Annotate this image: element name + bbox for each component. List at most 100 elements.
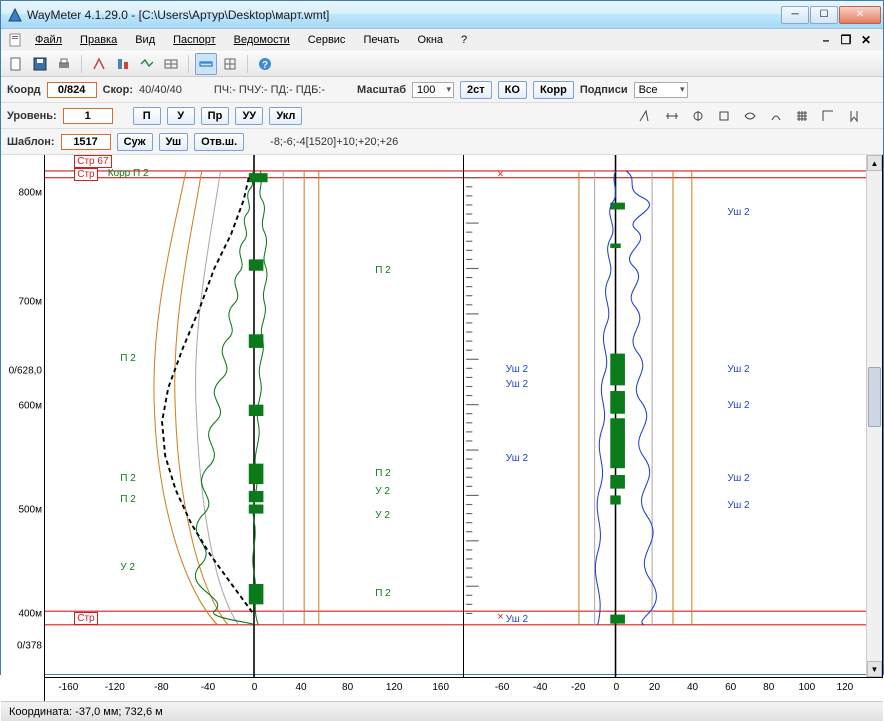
- chart-panel-right[interactable]: × ×: [464, 155, 883, 677]
- btn-suj[interactable]: Суж: [117, 133, 153, 151]
- chart-annotation: Уш 2: [727, 364, 749, 375]
- chart-annotation: Уш 2: [506, 614, 528, 625]
- chart-content: 800м700м0/628,0600м500м400м0/378: [1, 155, 883, 701]
- status-coord: Координата: -37,0 мм; 732,6 м: [9, 706, 163, 718]
- print-icon[interactable]: [53, 53, 75, 75]
- doc-icon[interactable]: [5, 31, 25, 49]
- chart-annotation: Уш 2: [506, 364, 528, 375]
- chart-annotation: Уш 2: [727, 473, 749, 484]
- tmpl-value[interactable]: 1517: [61, 134, 111, 150]
- podpisi-combo[interactable]: Все: [634, 82, 688, 98]
- x-tick: -40: [533, 682, 547, 693]
- tool-d[interactable]: [160, 53, 182, 75]
- btn-ush[interactable]: Уш: [159, 133, 189, 151]
- tool-ruler-icon[interactable]: [195, 53, 217, 75]
- x-tick: 0: [252, 682, 258, 693]
- row2-tool-1-icon[interactable]: [635, 105, 657, 127]
- tmpl-label: Шаблон:: [7, 136, 55, 148]
- menu-print[interactable]: Печать: [355, 32, 407, 48]
- x-tick: 100: [798, 682, 815, 693]
- btn-ukl[interactable]: Укл: [269, 107, 302, 125]
- scroll-up-button[interactable]: ▲: [867, 155, 882, 171]
- koord-value[interactable]: 0/824: [47, 82, 97, 98]
- scroll-thumb[interactable]: [868, 367, 881, 427]
- chart-annotation: П 2: [375, 468, 391, 479]
- left-plot: [45, 155, 463, 677]
- x-tick: 60: [725, 682, 736, 693]
- menubar: Файл Правка Вид Паспорт Ведомости Сервис…: [1, 29, 883, 51]
- btn-p[interactable]: П: [133, 107, 161, 125]
- row2-tool-9-icon[interactable]: [843, 105, 865, 127]
- scroll-track[interactable]: [867, 171, 882, 661]
- chart-annotation: П 2: [120, 473, 136, 484]
- tool-grid-icon[interactable]: [219, 53, 241, 75]
- new-icon[interactable]: [5, 53, 27, 75]
- menu-view[interactable]: Вид: [127, 32, 163, 48]
- podpisi-label: Подписи: [580, 84, 628, 96]
- row2-tool-6-icon[interactable]: [765, 105, 787, 127]
- x-tick: 0: [614, 682, 620, 693]
- help-icon[interactable]: ?: [254, 53, 276, 75]
- menu-edit[interactable]: Правка: [72, 32, 125, 48]
- svg-text:×: ×: [497, 611, 503, 623]
- toolbar: ?: [1, 51, 883, 77]
- tool-b[interactable]: [112, 53, 134, 75]
- scale-combo[interactable]: 100: [412, 82, 454, 98]
- x-tick: -40: [201, 682, 215, 693]
- menu-service[interactable]: Сервис: [300, 32, 354, 48]
- chart-panel-left[interactable]: Стр 67СтрКорр П 2П 2П 2П 2У 2П 2П 2У 2У …: [45, 155, 464, 677]
- chart-annotation: У 2: [120, 562, 135, 573]
- tool-c[interactable]: [136, 53, 158, 75]
- menu-vedomosti[interactable]: Ведомости: [226, 32, 298, 48]
- x-tick: 120: [386, 682, 403, 693]
- scale-label: Масштаб: [357, 84, 406, 96]
- menu-help[interactable]: ?: [453, 32, 475, 48]
- minimize-button[interactable]: ─: [781, 6, 809, 24]
- pch-label: ПЧ:- ПЧУ:- ПД:- ПДБ:-: [214, 84, 325, 96]
- x-tick: -20: [571, 682, 585, 693]
- mdi-minimize[interactable]: –: [819, 33, 833, 47]
- row2-tool-8-icon[interactable]: [817, 105, 839, 127]
- y-tick: 400м: [18, 608, 42, 619]
- x-tick: -160: [58, 682, 78, 693]
- x-tick: 40: [687, 682, 698, 693]
- menu-file[interactable]: Файл: [27, 32, 70, 48]
- tool-a[interactable]: [88, 53, 110, 75]
- chart-annotation: Стр: [74, 612, 97, 625]
- koord-label: Коорд: [7, 84, 41, 96]
- chart-annotation: Корр П 2: [108, 168, 149, 179]
- skor-label: Скор:: [103, 84, 133, 96]
- chart-annotation: П 2: [375, 265, 391, 276]
- vertical-scrollbar[interactable]: ▲ ▼: [866, 155, 882, 677]
- level-value[interactable]: 1: [63, 108, 113, 124]
- close-button[interactable]: ✕: [839, 6, 881, 24]
- btn-u[interactable]: У: [167, 107, 195, 125]
- x-tick: 120: [837, 682, 854, 693]
- maximize-button[interactable]: ☐: [810, 6, 838, 24]
- btn-uu[interactable]: УУ: [235, 107, 263, 125]
- btn-otvsh[interactable]: Отв.ш.: [194, 133, 244, 151]
- mdi-restore[interactable]: ❐: [839, 33, 853, 47]
- skor-value: 40/40/40: [139, 84, 182, 96]
- btn-2st[interactable]: 2ст: [460, 81, 492, 99]
- chart-annotation: Стр: [74, 168, 97, 181]
- row2-tool-7-icon[interactable]: [791, 105, 813, 127]
- y-tick: 0/628,0: [9, 365, 42, 376]
- x-tick: 40: [295, 682, 306, 693]
- row2-tool-5-icon[interactable]: [739, 105, 761, 127]
- row2-tool-2-icon[interactable]: [661, 105, 683, 127]
- btn-korr[interactable]: Корр: [533, 81, 574, 99]
- btn-ko[interactable]: КО: [498, 81, 527, 99]
- chart-annotation: Уш 2: [727, 500, 749, 511]
- btn-pr[interactable]: Пр: [201, 107, 230, 125]
- mdi-close[interactable]: ✕: [859, 33, 873, 47]
- toolbar-separator: [81, 55, 82, 73]
- row2-tool-3-icon[interactable]: [687, 105, 709, 127]
- row2-tool-4-icon[interactable]: [713, 105, 735, 127]
- menu-passport[interactable]: Паспорт: [165, 32, 224, 48]
- svg-text:?: ?: [262, 60, 268, 71]
- params-row-3: Шаблон: 1517 Суж Уш Отв.ш. -8;-6;-4[1520…: [1, 129, 883, 155]
- save-icon[interactable]: [29, 53, 51, 75]
- params-row-2: Уровень: 1 П У Пр УУ Укл: [1, 103, 883, 129]
- menu-windows[interactable]: Окна: [409, 32, 451, 48]
